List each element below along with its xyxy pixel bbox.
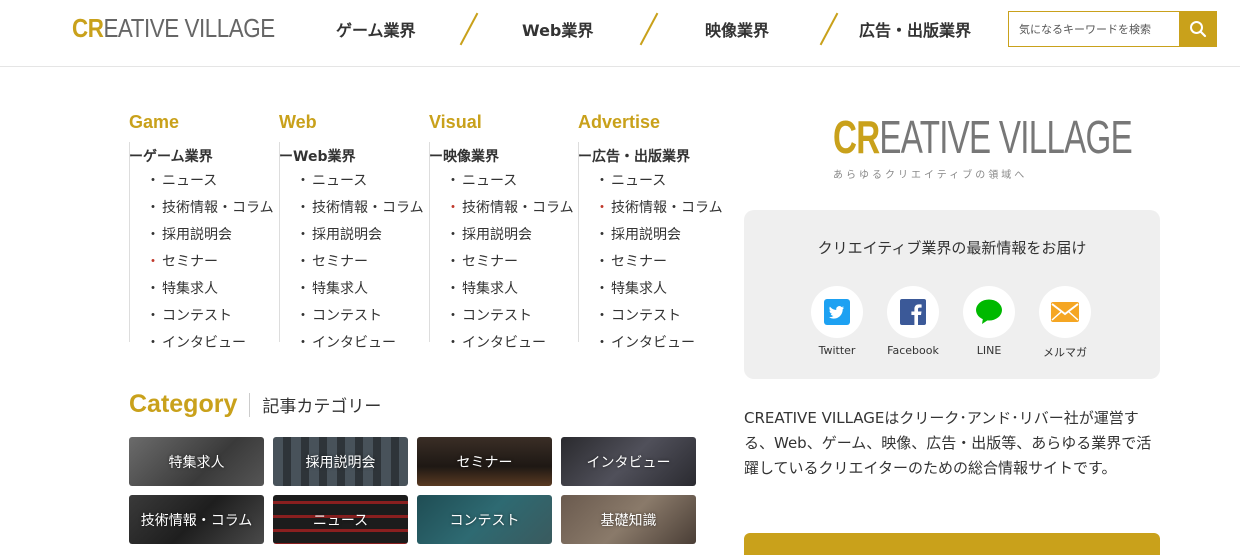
- column-link[interactable]: ・コンテスト: [280, 305, 429, 332]
- column-link[interactable]: ・技術情報・コラム: [130, 197, 279, 224]
- column-game: Game ーゲーム業界 ・ニュース ・技術情報・コラム ・採用説明会 ・セミナー…: [129, 112, 279, 351]
- brand-rest: EATIVE VILLAGE: [879, 111, 1132, 163]
- cta-bar[interactable]: [744, 533, 1160, 555]
- search-icon: [1189, 21, 1206, 38]
- search-button[interactable]: [1179, 12, 1216, 46]
- column-title: Web: [279, 112, 317, 132]
- column-link[interactable]: ・特集求人: [430, 278, 579, 305]
- nav-separator: [459, 12, 479, 46]
- column-link[interactable]: ・インタビュー: [430, 332, 579, 359]
- column-link[interactable]: ・セミナー: [579, 251, 728, 278]
- facebook-icon: [900, 299, 926, 325]
- column-link[interactable]: ・採用説明会: [280, 224, 429, 251]
- brand-tagline: あらゆるクリエイティブの領域へ: [833, 170, 1028, 181]
- category-tile-basics[interactable]: 基礎知識: [561, 495, 696, 544]
- logo-rest: EATIVE VILLAGE: [103, 13, 275, 43]
- category-subtitle: 記事カテゴリー: [262, 397, 382, 417]
- site-description: CREATIVE VILLAGEはクリーク･アンド･リバー社が運営する、Web、…: [744, 409, 1152, 477]
- column-link[interactable]: ・コンテスト: [430, 305, 579, 332]
- column-link[interactable]: ・コンテスト: [130, 305, 279, 332]
- brand-logo-large: CREATIVE VILLAGE あらゆるクリエイティブの領域へ: [833, 110, 1133, 181]
- column-link[interactable]: ・セミナー: [430, 251, 579, 278]
- column-link[interactable]: ・コンテスト: [579, 305, 728, 332]
- category-tile-interview[interactable]: インタビュー: [561, 437, 696, 486]
- nav-game[interactable]: ゲーム業界: [336, 17, 416, 41]
- mail-icon: [1051, 302, 1079, 322]
- category-heading: Category 記事カテゴリー: [129, 390, 381, 419]
- column-title: Advertise: [578, 112, 661, 132]
- column-link[interactable]: ・インタビュー: [579, 332, 728, 359]
- category-tile-contest[interactable]: コンテスト: [417, 495, 552, 544]
- column-link[interactable]: ・特集求人: [130, 278, 279, 305]
- site-logo[interactable]: CREATIVE VILLAGE: [72, 13, 275, 44]
- sns-panel: クリエイティブ業界の最新情報をお届け Twitter Facebook LINE…: [744, 210, 1160, 379]
- column-title: Game: [129, 112, 180, 132]
- column-head-link[interactable]: ー映像業界: [429, 146, 579, 170]
- column-link[interactable]: ・技術情報・コラム: [579, 197, 728, 224]
- nav-separator: [639, 12, 659, 46]
- nav-visual[interactable]: 映像業界: [705, 17, 769, 41]
- column-visual: Visual ー映像業界 ・ニュース ・技術情報・コラム ・採用説明会 ・セミナ…: [429, 112, 579, 351]
- column-link[interactable]: ・採用説明会: [130, 224, 279, 251]
- column-head-link[interactable]: ーゲーム業界: [129, 146, 279, 170]
- column-link[interactable]: ・技術情報・コラム: [430, 197, 579, 224]
- sns-title: クリエイティブ業界の最新情報をお届け: [817, 239, 1087, 257]
- category-tile-featured-jobs[interactable]: 特集求人: [129, 437, 264, 486]
- column-link[interactable]: ・採用説明会: [430, 224, 579, 251]
- column-link[interactable]: ・特集求人: [579, 278, 728, 305]
- nav-web[interactable]: Web業界: [522, 17, 593, 41]
- column-link[interactable]: ・技術情報・コラム: [280, 197, 429, 224]
- column-link[interactable]: ・ニュース: [280, 170, 429, 197]
- divider: [249, 392, 251, 417]
- sns-line[interactable]: LINE: [949, 286, 1029, 357]
- column-link[interactable]: ・ニュース: [430, 170, 579, 197]
- column-web: Web ーWeb業界 ・ニュース ・技術情報・コラム ・採用説明会 ・セミナー …: [279, 112, 429, 351]
- brand-cr: CR: [833, 111, 880, 163]
- column-link[interactable]: ・セミナー: [130, 251, 279, 278]
- column-link[interactable]: ・インタビュー: [130, 332, 279, 359]
- column-link[interactable]: ・採用説明会: [579, 224, 728, 251]
- column-link[interactable]: ・インタビュー: [280, 332, 429, 359]
- line-icon: [976, 299, 1002, 324]
- column-link[interactable]: ・特集求人: [280, 278, 429, 305]
- site-header: CREATIVE VILLAGE ゲーム業界 Web業界 映像業界 広告・出版業…: [0, 0, 1240, 67]
- category-tile-seminar[interactable]: セミナー: [417, 437, 552, 486]
- column-link[interactable]: ・セミナー: [280, 251, 429, 278]
- column-head-link[interactable]: ーWeb業界: [279, 146, 429, 170]
- column-link[interactable]: ・ニュース: [579, 170, 728, 197]
- column-head-link[interactable]: ー広告・出版業界: [578, 146, 728, 170]
- category-tile-recruit-briefing[interactable]: 採用説明会: [273, 437, 408, 486]
- sns-twitter[interactable]: Twitter: [797, 286, 877, 357]
- search-box: [1008, 11, 1217, 47]
- sns-mailmagazine[interactable]: メルマガ: [1025, 286, 1105, 360]
- twitter-icon: [824, 299, 850, 325]
- nav-advertise[interactable]: 広告・出版業界: [859, 17, 971, 41]
- nav-separator: [819, 12, 839, 46]
- category-tile-news[interactable]: ニュース: [273, 495, 408, 544]
- column-link[interactable]: ・ニュース: [130, 170, 279, 197]
- category-tile-tech-column[interactable]: 技術情報・コラム: [129, 495, 264, 544]
- sns-facebook[interactable]: Facebook: [873, 286, 953, 357]
- column-advertise: Advertise ー広告・出版業界 ・ニュース ・技術情報・コラム ・採用説明…: [578, 112, 728, 351]
- search-input[interactable]: [1009, 12, 1179, 46]
- column-title: Visual: [429, 112, 482, 132]
- category-title: Category: [129, 390, 238, 418]
- logo-cr: CR: [72, 13, 104, 43]
